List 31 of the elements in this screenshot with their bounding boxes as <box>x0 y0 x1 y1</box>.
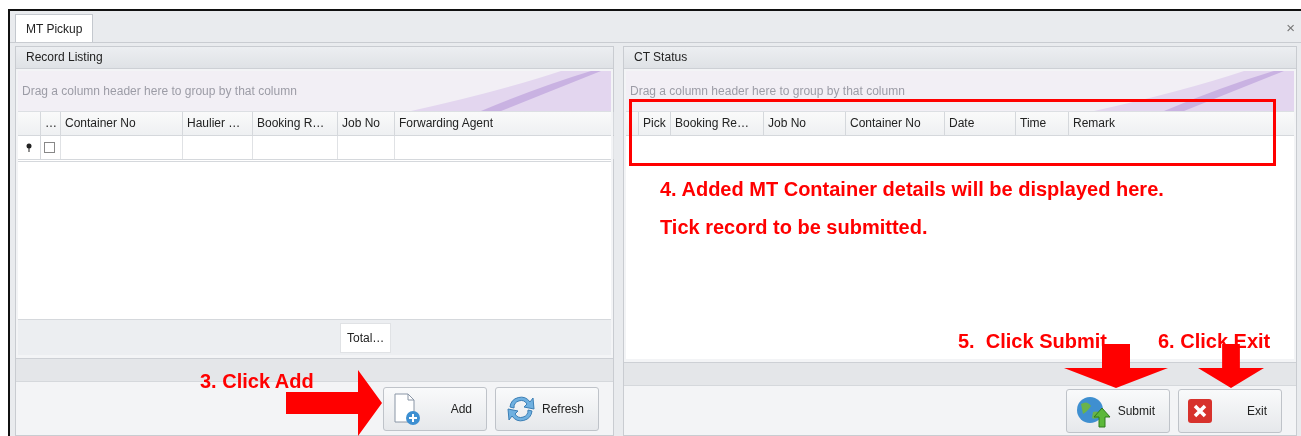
column-header[interactable]: Job No <box>338 112 395 135</box>
action-button[interactable]: Submit <box>1066 388 1170 433</box>
tab[interactable]: MT Pickup <box>15 14 94 42</box>
column-header[interactable]: Booking Re… <box>671 112 764 135</box>
close-button[interactable]: × <box>1286 19 1295 36</box>
annotation-text: 4. Added MT Container details will be displayed here. Tick record to be submitted. <box>660 177 1165 240</box>
column-header[interactable]: Forwarding Agent <box>395 112 614 135</box>
column-header[interactable]: … <box>41 112 61 135</box>
action-button[interactable]: Exit <box>1178 388 1282 433</box>
column-header[interactable]: Container No <box>846 112 945 135</box>
annotation-text: 3. Click Add <box>200 369 314 394</box>
document-add-icon <box>392 391 422 426</box>
panel-title: CT Status <box>624 47 1296 69</box>
column-header[interactable]: Booking R… <box>253 112 338 135</box>
action-button[interactable]: Refresh <box>495 386 599 431</box>
checkbox[interactable] <box>44 142 55 153</box>
column-header[interactable]: Time <box>1016 112 1069 135</box>
column-header[interactable]: Date <box>945 112 1016 135</box>
column-header[interactable]: Remark <box>1069 112 1274 135</box>
action-button[interactable]: Add <box>383 386 487 431</box>
total-summary: Total… <box>340 322 392 353</box>
column-header[interactable]: Pick <box>639 112 671 135</box>
annotation-text: 5. Click Submit <box>958 329 1107 354</box>
column-header[interactable]: Job No <box>764 112 846 135</box>
panel-title: Record Listing <box>16 47 613 69</box>
group-hint: Drag a column header here to group by that column <box>629 84 905 98</box>
column-header[interactable]: Container No <box>61 112 183 135</box>
pin-icon <box>26 143 32 152</box>
close-icon <box>1187 397 1213 424</box>
group-hint: Drag a column header here to group by that column <box>21 84 297 98</box>
column-header[interactable]: Haulier … <box>183 112 253 135</box>
